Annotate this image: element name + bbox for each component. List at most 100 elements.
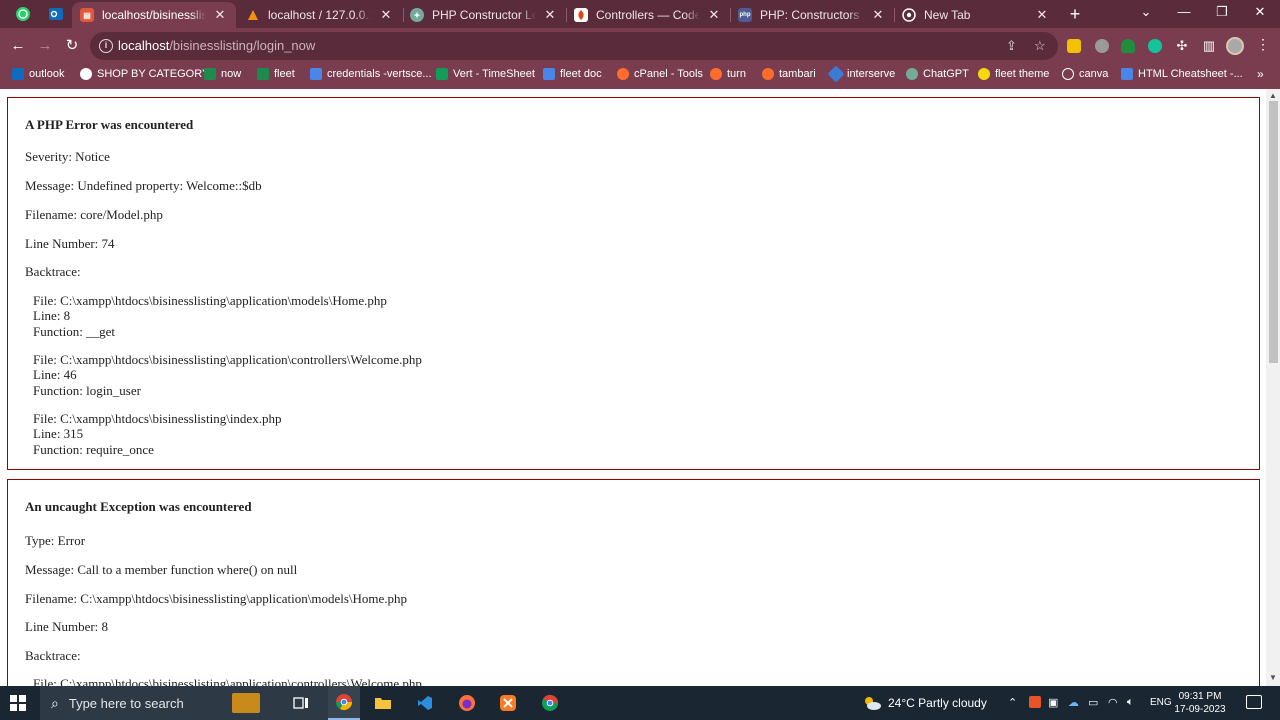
task-view-icon[interactable] (290, 693, 312, 713)
bookmark-star-icon[interactable]: ☆ (1034, 38, 1046, 54)
outlook-tab-icon[interactable] (45, 4, 67, 24)
close-icon[interactable]: ✕ (1034, 7, 1050, 23)
bookmark-fleet-theme[interactable]: fleet theme (978, 68, 1049, 80)
tab-login-now[interactable]: ▤ localhost/bisinesslisting/login_now ✕ (72, 2, 236, 28)
windows-start-icon[interactable] (10, 695, 26, 711)
cpanel-icon (710, 68, 722, 80)
sheets-icon (436, 68, 448, 80)
backtrace-function: Function: __get (33, 323, 115, 339)
backtrace-entry: File: C:\xampp\htdocs\bisinesslisting\in… (33, 411, 281, 457)
bookmark-fleet[interactable]: fleet (257, 68, 295, 80)
bookmark-interserve[interactable]: interserve (827, 65, 895, 83)
error-heading: A PHP Error was encountered (25, 117, 194, 132)
language-indicator[interactable]: ENG (1150, 697, 1172, 708)
close-icon[interactable]: ✕ (542, 7, 558, 23)
weather-text[interactable]: 24°C Partly cloudy (888, 696, 987, 710)
firefox-icon[interactable] (456, 693, 478, 713)
search-placeholder: Type here to search (68, 695, 184, 711)
more-bookmarks-icon[interactable]: » (1257, 67, 1264, 81)
backtrace-entry: File: C:\xampp\htdocs\bisinesslisting\ap… (33, 293, 387, 339)
chevron-up-icon[interactable]: ⌃ (1008, 696, 1017, 709)
exception-message: Message: Call to a member function where… (25, 562, 298, 577)
circle-icon (978, 68, 990, 80)
page-scrollbar[interactable]: ▲ ▼ (1266, 89, 1280, 686)
profile-avatar[interactable] (1226, 37, 1244, 55)
minimize-icon[interactable]: — (1174, 4, 1194, 19)
taskbar-search[interactable]: ⌕ Type here to search (40, 686, 330, 720)
bookmark-now[interactable]: now (204, 68, 241, 80)
tab-codeigniter[interactable]: Controllers — CodeIgniter ✕ (566, 2, 730, 28)
close-icon[interactable]: ✕ (706, 7, 722, 23)
bookmark-html-cheatsheet[interactable]: HTML Cheatsheet -... (1121, 68, 1243, 80)
address-bar[interactable]: i localhost/bisinesslisting/login_now ⇪ … (90, 32, 1058, 60)
bookmark-timesheet[interactable]: Vert - TimeSheet (436, 68, 535, 80)
battery-icon[interactable]: ▭ (1088, 696, 1098, 709)
camera-extension-icon[interactable] (1095, 39, 1109, 53)
bookmark-cpanel-tools[interactable]: cPanel - Tools (617, 68, 703, 80)
meet-tray-icon[interactable]: ▣ (1048, 696, 1058, 709)
backtrace-label: Backtrace: (25, 264, 81, 279)
browser-toolbar: ← → ↻ i localhost/bisinesslisting/login_… (0, 28, 1280, 64)
outlook-icon (12, 68, 24, 80)
tab-php-constructor[interactable]: ✦ PHP Constructor Loads Model ✕ (402, 2, 566, 28)
xampp-icon[interactable] (497, 693, 519, 713)
vscode-icon[interactable] (414, 693, 436, 713)
backtrace-file: File: C:\xampp\htdocs\bisinesslisting\ap… (33, 293, 387, 308)
canva-icon (1062, 68, 1074, 80)
chatgpt-icon (906, 68, 918, 80)
bookmark-fleet-doc[interactable]: fleet doc (543, 68, 602, 80)
side-panel-icon[interactable]: ▥ (1200, 37, 1218, 55)
extensions-puzzle-icon[interactable]: ✣ (1173, 37, 1191, 55)
file-explorer-icon[interactable] (372, 693, 394, 713)
search-highlight-image[interactable] (232, 693, 260, 713)
bookmark-canva[interactable]: canva (1062, 68, 1108, 80)
weather-cloud-icon[interactable] (861, 693, 883, 713)
bookmark-shop-by-category[interactable]: SHOP BY CATEGORY (80, 68, 209, 80)
maximize-icon[interactable]: ❐ (1212, 4, 1232, 20)
notification-icon[interactable] (1246, 695, 1262, 709)
back-arrow-icon[interactable]: ← (9, 37, 27, 55)
chrome-profile-taskbar-icon[interactable] (539, 693, 561, 713)
tab-search-icon[interactable]: ⌄ (1136, 4, 1156, 20)
grammarly-icon[interactable] (1148, 39, 1162, 53)
extension-icon[interactable] (1067, 39, 1081, 53)
menu-kebab-icon[interactable]: ⋮ (1256, 36, 1270, 53)
scroll-down-arrow-icon[interactable]: ▼ (1269, 673, 1277, 682)
forward-arrow-icon[interactable]: → (36, 37, 54, 55)
new-tab-button[interactable]: + (1065, 4, 1085, 24)
bookmark-outlook[interactable]: outlook (12, 68, 64, 80)
tab-php-constructors[interactable]: php PHP: Constructors and Destructors ✕ (730, 2, 894, 28)
bookmark-chatgpt[interactable]: ChatGPT (906, 68, 969, 80)
close-icon[interactable]: ✕ (870, 7, 886, 23)
close-icon[interactable]: ✕ (212, 7, 228, 23)
cpanel-icon (617, 68, 629, 80)
docs-icon (310, 68, 322, 80)
bookmark-credentials[interactable]: credentials -vertsce... (310, 68, 432, 80)
page-viewport: A PHP Error was encountered Severity: No… (0, 89, 1266, 686)
error-message: Message: Undefined property: Welcome::$d… (25, 178, 262, 193)
bug-extension-icon[interactable] (1121, 39, 1135, 53)
bookmark-tambari[interactable]: tambari (762, 68, 816, 80)
taskbar-clock[interactable]: 09:31 PM 17-09-2023 (1170, 690, 1230, 716)
reload-icon[interactable]: ↻ (63, 37, 81, 55)
backtrace-function: Function: login_user (33, 382, 141, 398)
info-icon[interactable]: i (99, 39, 113, 53)
bookmark-turn[interactable]: turn (710, 68, 746, 80)
xampp-tray-icon[interactable] (1029, 696, 1041, 708)
address-url[interactable]: localhost/bisinesslisting/login_now (118, 38, 315, 53)
chrome-taskbar-icon[interactable] (328, 686, 360, 720)
tab-phpmyadmin[interactable]: localhost / 127.0.0.1 / bisinesslisting … (238, 2, 402, 28)
scrollbar-thumb[interactable] (1269, 101, 1278, 363)
onedrive-icon[interactable]: ☁ (1068, 696, 1079, 709)
share-icon[interactable]: ⇪ (1006, 38, 1017, 54)
close-icon[interactable]: ✕ (378, 7, 394, 23)
close-window-icon[interactable]: ✕ (1250, 4, 1270, 20)
scroll-up-arrow-icon[interactable]: ▲ (1269, 91, 1277, 100)
tab-new-tab[interactable]: New Tab ✕ (894, 2, 1058, 28)
whatsapp-tab-icon[interactable] (12, 4, 34, 24)
exception-line-number: Line Number: 8 (25, 619, 109, 634)
wifi-icon[interactable]: ◠ (1108, 696, 1118, 709)
windows-taskbar: ⌕ Type here to search 24°C Partly cloudy… (0, 686, 1280, 720)
search-icon: ⌕ (51, 694, 59, 711)
volume-icon[interactable]: 🔈︎ (1127, 696, 1134, 709)
